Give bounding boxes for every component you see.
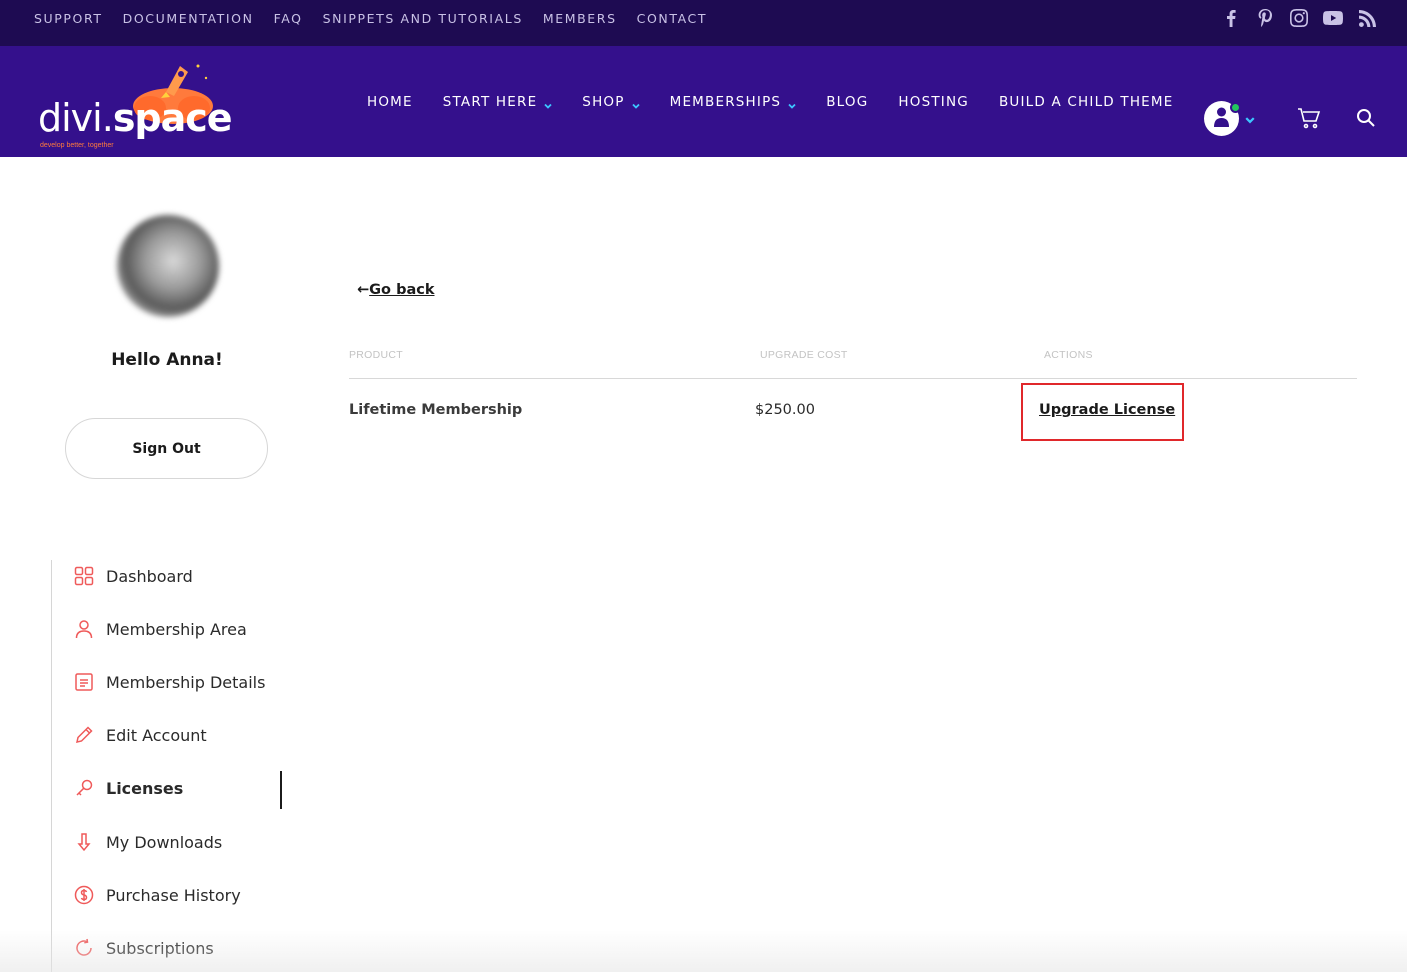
- nav-link-documentation[interactable]: DOCUMENTATION: [123, 11, 254, 26]
- sidebar-item-label: My Downloads: [106, 832, 223, 852]
- nav-blog[interactable]: BLOG: [826, 94, 868, 110]
- utility-nav: SUPPORT DOCUMENTATION FAQ SNIPPETS AND T…: [34, 0, 707, 36]
- active-item-indicator: [280, 771, 282, 809]
- chevron-down-icon[interactable]: [1245, 112, 1255, 124]
- greeting: Hello Anna!: [111, 350, 223, 370]
- nav-start-here[interactable]: START HERE: [443, 94, 553, 110]
- sidebar-item-label: Membership Details: [106, 672, 266, 692]
- rss-icon[interactable]: [1357, 6, 1377, 30]
- site-logo[interactable]: divi.space develop better, together: [38, 58, 233, 149]
- sidebar-item-licenses[interactable]: Licenses: [74, 778, 183, 798]
- nav-build-child-theme-label: BUILD A CHILD THEME: [998, 93, 1174, 110]
- sidebar-item-label: Subscriptions: [106, 938, 214, 958]
- table-cell-product: Lifetime Membership: [349, 402, 523, 418]
- sidebar-item-subscriptions[interactable]: Subscriptions: [74, 938, 214, 958]
- top-utility-bar: SUPPORT DOCUMENTATION FAQ SNIPPETS AND T…: [0, 0, 1407, 46]
- table-cell-cost: $250.00: [755, 402, 815, 418]
- sidebar-item-edit-account[interactable]: Edit Account: [74, 725, 207, 745]
- table-header-divider: [349, 378, 1357, 379]
- logo-text-space: space: [112, 96, 233, 140]
- sidebar-item-dashboard[interactable]: Dashboard: [74, 566, 193, 586]
- nav-shop[interactable]: SHOP: [582, 93, 640, 110]
- pinterest-icon[interactable]: [1255, 6, 1275, 30]
- key-icon: [74, 778, 94, 798]
- logo-wordmark: divi.space: [38, 96, 233, 140]
- nav-build-child-theme[interactable]: BUILD A CHILD THEME: [999, 94, 1174, 110]
- nav-home-label: HOME: [367, 93, 413, 110]
- document-icon: [74, 672, 94, 692]
- main-nav: HOME START HERE SHOP MEMBERSHIPS BLOG HO…: [367, 46, 1173, 157]
- upgrade-license-link[interactable]: Upgrade License: [1039, 402, 1175, 418]
- chevron-down-icon: [631, 98, 640, 109]
- sidebar-divider: [51, 560, 52, 972]
- nav-link-contact[interactable]: CONTACT: [637, 11, 707, 26]
- nav-link-snippets[interactable]: SNIPPETS AND TUTORIALS: [323, 11, 523, 26]
- sidebar-item-label: Purchase History: [106, 885, 241, 905]
- cart-icon[interactable]: [1297, 107, 1321, 134]
- logo-tagline: develop better, together: [40, 142, 114, 149]
- youtube-icon[interactable]: [1323, 6, 1343, 30]
- search-icon[interactable]: [1356, 108, 1376, 133]
- column-header-upgrade-cost: UPGRADE COST: [760, 349, 848, 361]
- profile-avatar: [117, 215, 219, 317]
- sidebar-item-label: Edit Account: [106, 725, 207, 745]
- column-header-actions: ACTIONS: [1044, 349, 1093, 361]
- nav-memberships[interactable]: MEMBERSHIPS: [670, 94, 797, 110]
- column-header-product: PRODUCT: [349, 349, 404, 361]
- nav-shop-label: SHOP: [582, 93, 625, 110]
- go-back-label: Go back: [369, 282, 435, 298]
- refresh-icon: [74, 938, 94, 958]
- sidebar-item-label: Licenses: [106, 778, 184, 798]
- download-icon: [74, 832, 94, 852]
- pencil-icon: [74, 725, 94, 745]
- nav-hosting-label: HOSTING: [898, 93, 969, 110]
- nav-link-faq[interactable]: FAQ: [274, 11, 303, 26]
- facebook-icon[interactable]: [1221, 6, 1241, 30]
- social-links: [1221, 6, 1377, 30]
- online-status-dot: [1230, 102, 1241, 113]
- user-icon: [74, 619, 94, 639]
- chevron-down-icon: [788, 98, 796, 109]
- main-header: divi.space develop better, together HOME…: [0, 46, 1407, 157]
- chevron-down-icon: [544, 98, 552, 109]
- grid-icon: [74, 566, 94, 586]
- sidebar-item-my-downloads[interactable]: My Downloads: [74, 832, 222, 852]
- sidebar-item-label: Dashboard: [106, 566, 193, 586]
- sidebar-item-label: Membership Area: [106, 619, 247, 639]
- go-back-link[interactable]: ←Go back: [357, 282, 434, 298]
- sign-out-button[interactable]: Sign Out: [65, 418, 268, 479]
- sidebar-item-membership-details[interactable]: Membership Details: [74, 672, 265, 692]
- sidebar-item-purchase-history[interactable]: Purchase History: [74, 885, 241, 905]
- nav-link-support[interactable]: SUPPORT: [34, 11, 103, 26]
- instagram-icon[interactable]: [1289, 6, 1309, 30]
- nav-memberships-label: MEMBERSHIPS: [669, 93, 782, 110]
- dollar-icon: [74, 885, 94, 905]
- nav-link-members[interactable]: MEMBERS: [543, 11, 617, 26]
- nav-start-here-label: START HERE: [442, 93, 538, 110]
- sidebar-item-membership-area[interactable]: Membership Area: [74, 619, 247, 639]
- logo-text-divi: divi.: [38, 96, 114, 140]
- back-arrow-icon: ←: [357, 282, 370, 298]
- nav-hosting[interactable]: HOSTING: [898, 94, 969, 110]
- nav-home[interactable]: HOME: [367, 94, 413, 110]
- nav-blog-label: BLOG: [826, 93, 869, 110]
